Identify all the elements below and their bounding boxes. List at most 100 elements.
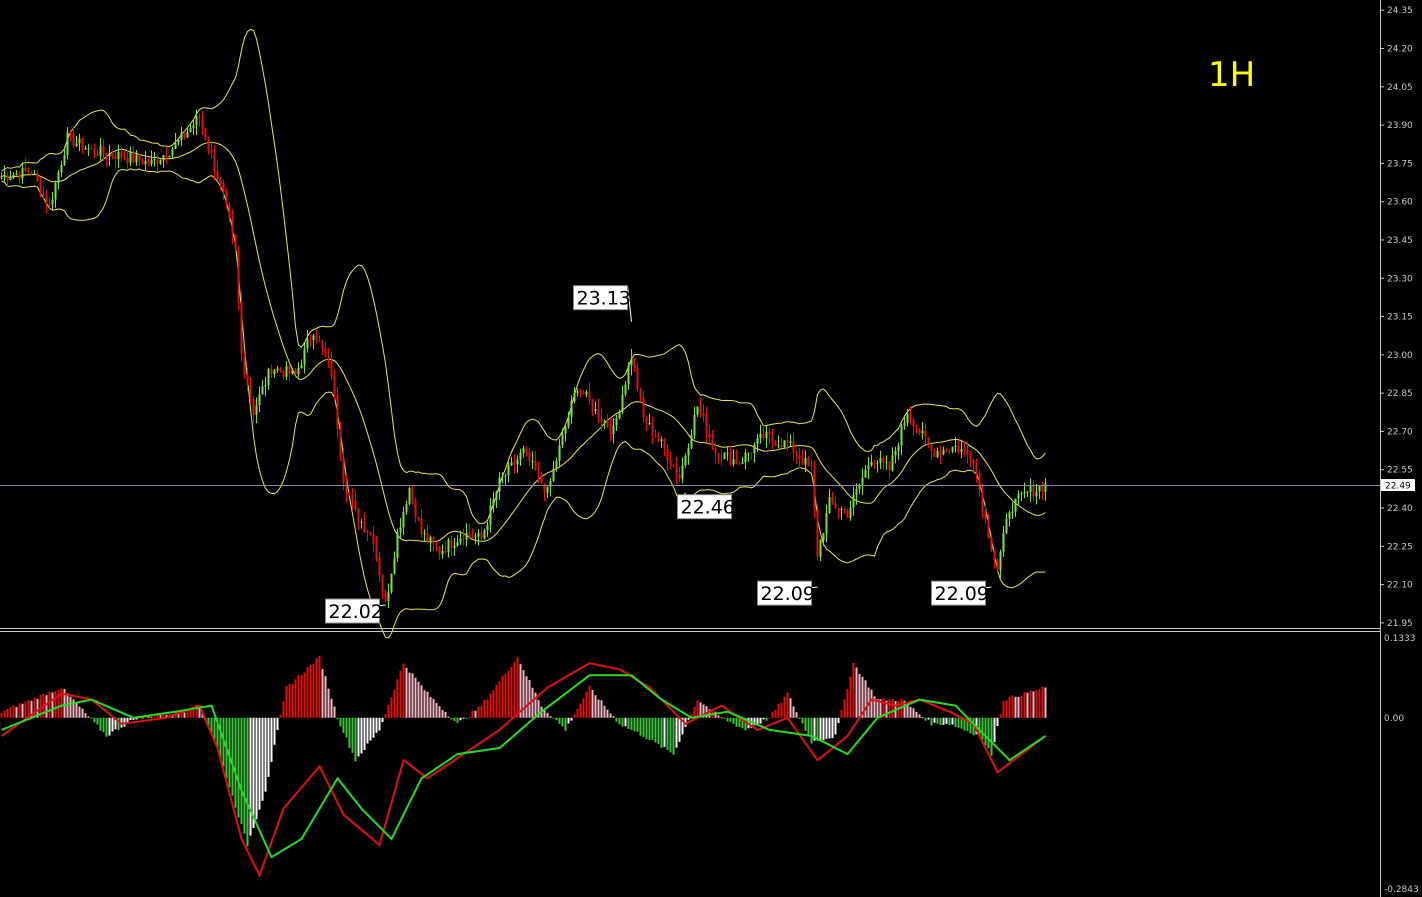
candle-body	[117, 151, 120, 160]
macd-histogram-bar	[495, 684, 498, 718]
candle-body	[951, 447, 954, 452]
candle-body	[261, 386, 264, 395]
candle-body	[1044, 483, 1047, 492]
candle-body	[600, 418, 603, 422]
macd-histogram-bar	[192, 709, 195, 718]
candle-body	[108, 153, 111, 157]
macd-histogram-bar	[342, 717, 345, 733]
macd-histogram-bar	[912, 708, 915, 718]
candle-body	[720, 459, 723, 461]
macd-histogram-bar	[546, 712, 549, 718]
macd-histogram-bar	[846, 689, 849, 718]
macd-histogram-bar	[726, 717, 729, 722]
macd-histogram-bar	[348, 717, 351, 748]
candle-body	[690, 435, 693, 448]
candle-body	[831, 497, 834, 504]
candle-body	[576, 391, 579, 393]
macd-histogram-bar	[426, 691, 429, 718]
candle-body	[84, 148, 87, 150]
candle-body	[963, 449, 966, 451]
candle-body	[582, 391, 585, 395]
candle-body	[807, 457, 810, 466]
macd-histogram-bar	[366, 717, 369, 744]
candle-body	[747, 452, 750, 454]
macd-histogram-bar	[801, 717, 804, 724]
candle-body	[438, 546, 441, 555]
candle-body	[210, 149, 213, 153]
macd-histogram-bar	[369, 717, 372, 741]
macd-histogram-bar	[723, 717, 726, 719]
macd-histogram-bar	[558, 717, 561, 724]
macd-histogram-bar	[276, 717, 279, 730]
macd-histogram-bar	[915, 711, 918, 718]
candle-body	[195, 116, 198, 126]
candle-body	[285, 366, 288, 377]
candle-body	[1032, 486, 1035, 497]
candle-body	[348, 492, 351, 495]
candle-body	[954, 445, 957, 448]
macd-histogram-bar	[75, 703, 78, 718]
candle-body	[594, 408, 597, 412]
macd-histogram-bar	[0, 712, 3, 718]
macd-histogram-bar	[249, 717, 252, 836]
candle-body	[186, 132, 189, 138]
macd-histogram-bar	[591, 689, 594, 718]
candle-body	[789, 441, 792, 444]
macd-histogram-bar	[486, 699, 489, 718]
candle-body	[642, 397, 645, 418]
macd-histogram-bar	[327, 688, 330, 718]
candle-body	[894, 450, 897, 456]
candle-body	[861, 477, 864, 485]
macd-histogram-bar	[981, 717, 984, 740]
macd-histogram-bar	[159, 715, 162, 718]
candle-body	[909, 414, 912, 420]
macd-histogram-bar	[1026, 692, 1029, 718]
macd-histogram-bar	[435, 702, 438, 718]
macd-histogram-bar	[864, 680, 867, 718]
candle-body	[942, 449, 945, 455]
candle-body	[174, 143, 177, 149]
macd-histogram-bar	[630, 717, 633, 730]
candle-body	[246, 374, 249, 386]
candle-body	[378, 557, 381, 576]
macd-histogram-bar	[492, 690, 495, 718]
candle-body	[540, 473, 543, 484]
macd-tick-label: -0.2843	[1384, 885, 1419, 895]
candle-body	[498, 477, 501, 492]
candle-body	[123, 157, 126, 159]
macd-histogram-bar	[315, 658, 318, 718]
macd-histogram-bar	[141, 717, 144, 719]
price-tick-label: 23.30	[1387, 274, 1413, 284]
candle-body	[924, 430, 927, 438]
macd-histogram-bar	[594, 695, 597, 718]
macd-histogram-bar	[483, 700, 486, 718]
macd-histogram-bar	[552, 717, 555, 719]
candle-body	[675, 466, 678, 476]
candle-body	[1002, 532, 1005, 552]
price-tick-label: 22.10	[1387, 581, 1413, 591]
macd-histogram-bar	[102, 717, 105, 733]
candle-body	[330, 360, 333, 377]
candle-body	[555, 460, 558, 469]
macd-histogram-bar	[555, 717, 558, 721]
macd-histogram-bar	[273, 717, 276, 745]
candle-body	[21, 167, 24, 179]
candle-body	[873, 462, 876, 464]
candle-body	[561, 433, 564, 446]
candle-body	[999, 551, 1002, 571]
candle-body	[294, 369, 297, 375]
macd-histogram-bar	[957, 717, 960, 728]
candle-body	[312, 335, 315, 340]
candle-body	[711, 437, 714, 448]
candle-body	[297, 368, 300, 375]
candle-body	[417, 516, 420, 519]
macd-histogram-bar	[795, 712, 798, 718]
candle-body	[546, 486, 549, 494]
candle-body	[213, 152, 216, 171]
macd-histogram-bar	[507, 670, 510, 718]
candle-body	[729, 452, 732, 465]
candle-body	[138, 154, 141, 161]
candle-body	[345, 482, 348, 493]
macd-histogram-bar	[1041, 686, 1044, 718]
candle-body	[18, 173, 21, 179]
